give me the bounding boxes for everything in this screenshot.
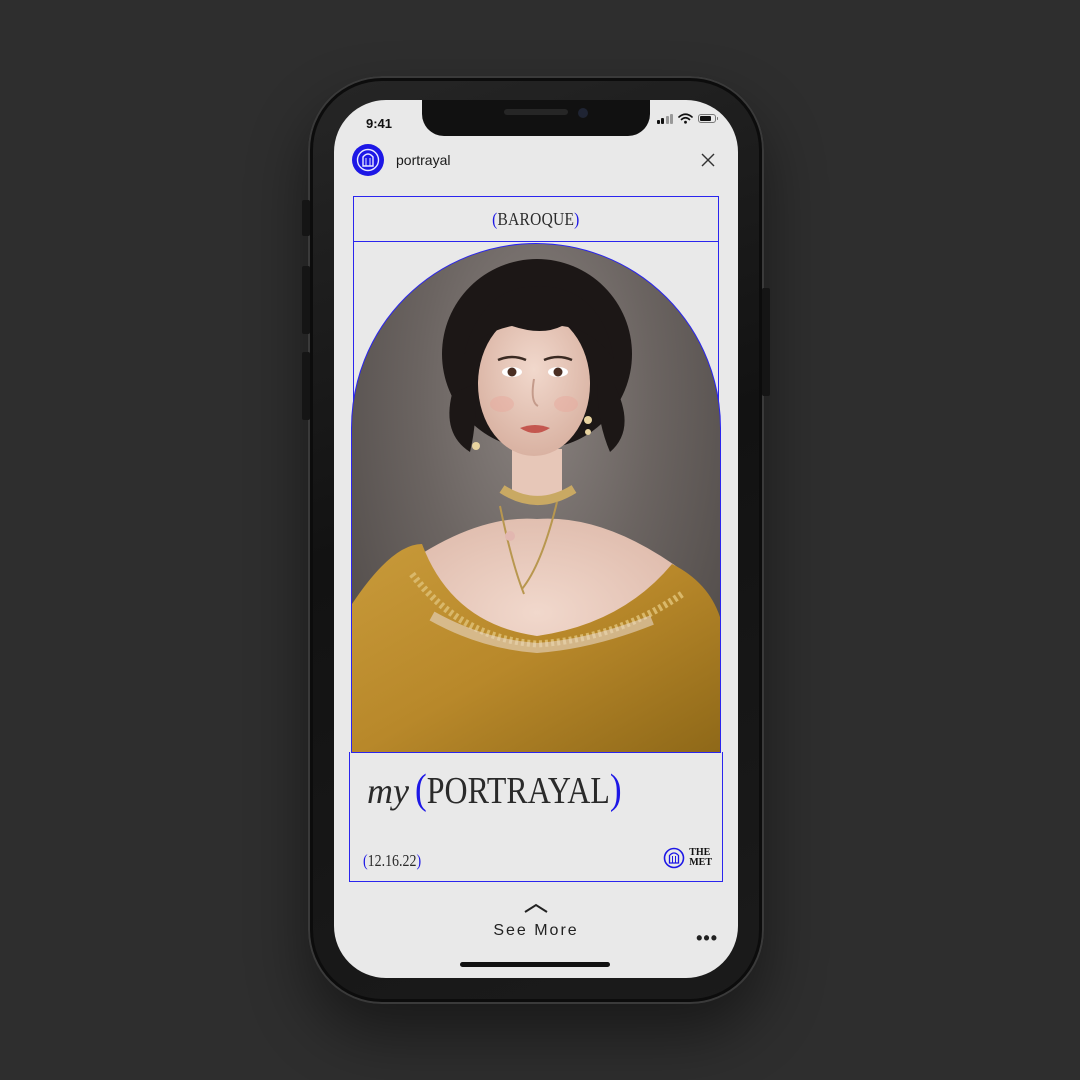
phone-screen: 9:41 portrayal (BAROQUE) my (PORTRAYAL) … (334, 100, 738, 978)
met-logo-line2: MET (689, 857, 712, 868)
close-icon[interactable] (698, 150, 718, 170)
see-more-button[interactable]: See More (334, 900, 738, 940)
volume-up-button (302, 266, 310, 334)
story-header: portrayal (352, 142, 724, 178)
silent-switch (302, 200, 310, 236)
title-prefix: my (367, 771, 409, 811)
style-label: (BAROQUE) (492, 209, 579, 230)
volume-down-button (302, 352, 310, 420)
speaker (504, 109, 568, 115)
account-name[interactable]: portrayal (396, 152, 450, 168)
date-paren-close: ) (416, 851, 422, 870)
met-logo-text: THE MET (689, 848, 712, 868)
portrayal-logo-icon[interactable] (352, 144, 384, 176)
style-paren-close: ) (574, 208, 580, 229)
met-emblem-icon (663, 847, 685, 869)
status-time: 9:41 (366, 116, 393, 131)
card-date: (12.16.22) (363, 851, 421, 871)
see-more-label: See More (493, 922, 579, 939)
title-main: (PORTRAYAL) (415, 766, 622, 814)
title-paren-open: ( (414, 767, 427, 813)
style-banner: (BAROQUE) (353, 196, 719, 242)
portrait-frame (351, 241, 721, 753)
style-text: BAROQUE (497, 208, 575, 229)
caption-frame: my (PORTRAYAL) (12.16.22) THE MET (349, 752, 723, 882)
notch (422, 100, 650, 136)
more-options-icon[interactable]: ••• (696, 928, 718, 949)
home-indicator[interactable] (460, 962, 610, 967)
portrait-image (351, 243, 721, 753)
met-logo: THE MET (663, 847, 712, 869)
chevron-up-icon (524, 903, 548, 913)
card-title: my (PORTRAYAL) (367, 766, 661, 814)
front-camera (578, 108, 588, 118)
power-button (762, 288, 770, 396)
battery-icon (698, 114, 718, 123)
title-text: PORTRAYAL (426, 770, 610, 812)
title-paren-close: ) (609, 767, 622, 813)
signal-icon (656, 113, 673, 124)
status-icons (656, 113, 718, 124)
date-text: 12.16.22 (367, 851, 417, 870)
wifi-icon (678, 113, 693, 124)
